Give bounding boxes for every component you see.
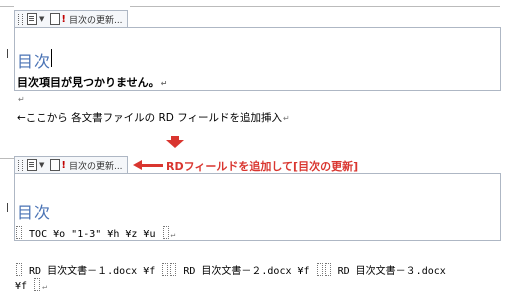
field-brace-icon — [170, 263, 177, 276]
return-mark-icon: ↵ — [160, 79, 168, 88]
field-brace-icon — [316, 263, 323, 276]
page-top-edge — [130, 6, 500, 7]
toc-control-tab-1: ▼ ! 目次の更新... — [14, 10, 128, 27]
rd-field-3-cont[interactable]: ¥f — [15, 281, 27, 292]
left-arrow-icon — [141, 164, 163, 167]
rd-field-3[interactable]: RD 目次文書－３.docx — [338, 266, 446, 277]
rd-field-line: ¥f ↵ — [15, 278, 47, 292]
paragraph-marker — [7, 203, 8, 212]
update-table-icon — [50, 13, 61, 25]
callout-label: RDフィールドを追加して[目次の更新] — [166, 160, 359, 173]
return-mark-icon: ↵ — [282, 114, 290, 123]
document-icon[interactable] — [27, 159, 37, 171]
field-brace-icon — [162, 263, 169, 276]
text-cursor — [51, 49, 52, 67]
dropdown-caret-icon[interactable]: ▼ — [39, 15, 44, 23]
rd-field-1[interactable]: RD 目次文書－１.docx ¥f — [29, 266, 155, 277]
empty-paragraph: ↵ — [17, 93, 25, 105]
update-table-icon — [50, 159, 61, 171]
field-brace-icon — [16, 226, 22, 239]
document-icon[interactable] — [27, 13, 37, 25]
field-brace-icon — [324, 263, 331, 276]
toc-empty-message: 目次項目が見つかりません。↵ — [17, 76, 168, 89]
down-arrow-icon — [171, 136, 179, 140]
instruction-text: ←ここから 各文書ファイルの RD フィールドを追加挿入↵ — [17, 112, 290, 124]
page-top-edge — [0, 158, 14, 159]
rd-field-line: RD 目次文書－１.docx ¥f RD 目次文書－２.docx ¥f RD 目… — [15, 262, 446, 277]
field-brace-icon — [34, 278, 41, 291]
down-arrow-icon — [166, 140, 184, 148]
update-toc-button[interactable]: 目次の更新... — [69, 13, 123, 26]
update-toc-button[interactable]: 目次の更新... — [69, 159, 123, 172]
field-brace-icon — [16, 263, 22, 276]
return-mark-icon: ↵ — [42, 282, 47, 291]
toc-control-tab-2: ▼ ! 目次の更新... — [14, 156, 128, 173]
page-top-edge — [0, 6, 14, 7]
grip-icon[interactable] — [18, 13, 23, 25]
toc-field-code: TOC ¥o "1-3" ¥h ¥z ¥u ↵ — [15, 226, 175, 240]
update-table-icon: ! — [61, 159, 66, 171]
paragraph-marker — [7, 49, 8, 58]
rd-field-2[interactable]: RD 目次文書－２.docx ¥f — [183, 266, 309, 277]
dropdown-caret-icon[interactable]: ▼ — [39, 161, 44, 169]
field-brace-icon — [162, 226, 169, 239]
update-table-icon: ! — [61, 13, 66, 25]
toc-heading-1: 目次 — [17, 52, 52, 71]
grip-icon[interactable] — [18, 159, 23, 171]
toc-heading-2: 目次 — [17, 203, 52, 222]
return-mark-icon: ↵ — [170, 230, 176, 239]
return-mark-icon: ↵ — [18, 95, 25, 104]
